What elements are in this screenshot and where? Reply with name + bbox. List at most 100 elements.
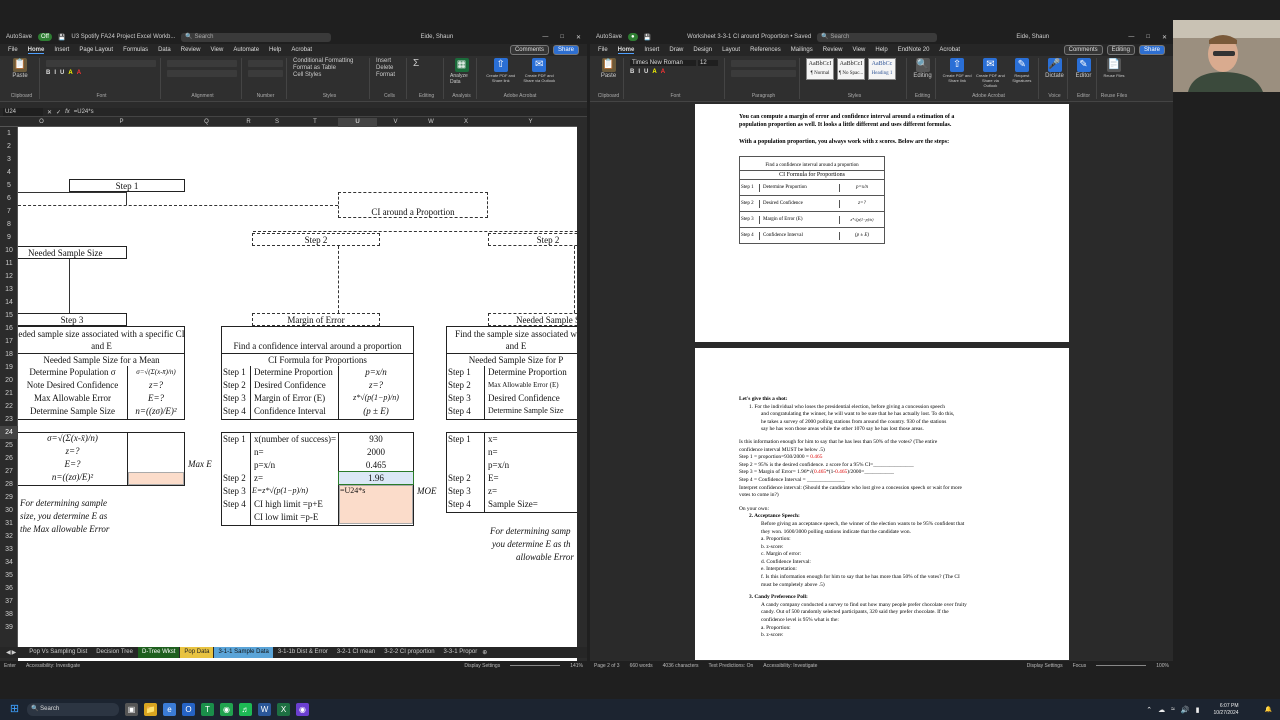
status-display[interactable]: Display Settings xyxy=(1027,663,1063,669)
cell-step[interactable]: Step 2 xyxy=(223,379,246,391)
app-icon[interactable]: ◉ xyxy=(296,703,309,716)
cell-step[interactable]: Step 3 xyxy=(448,485,471,497)
menu-home[interactable]: Home xyxy=(27,47,45,54)
cloud-icon[interactable]: ☁ xyxy=(1158,706,1165,714)
edge-icon[interactable]: e xyxy=(163,703,176,716)
align-buttons[interactable] xyxy=(731,70,796,77)
cell-formula[interactable]: z*√(p(1−p)/n) xyxy=(338,392,414,404)
row-header[interactable]: 18 xyxy=(0,348,18,361)
font-name-dropdown[interactable] xyxy=(46,60,156,67)
row-header[interactable]: 10 xyxy=(0,244,18,257)
col-s[interactable]: S xyxy=(262,118,292,127)
share-button[interactable]: Share xyxy=(552,45,579,55)
share-button[interactable]: Share xyxy=(1138,45,1165,55)
row-header[interactable]: 34 xyxy=(0,556,18,569)
row-header[interactable]: 20 xyxy=(0,374,18,387)
cell-step[interactable]: Step 4 xyxy=(223,405,246,417)
menu-mailings[interactable]: Mailings xyxy=(791,47,813,53)
row-header[interactable]: 17 xyxy=(0,335,18,348)
menu-acrobat[interactable]: Acrobat xyxy=(291,47,312,53)
formula-table[interactable]: Find a confidence interval around a prop… xyxy=(739,156,885,244)
save-icon[interactable]: 💾 xyxy=(58,34,65,41)
cell-step[interactable]: Step 3 xyxy=(448,392,471,404)
cell-formula[interactable]: E=? xyxy=(18,458,127,470)
doc-text[interactable]: say he has won those areas while the oth… xyxy=(739,426,1029,434)
style-heading1[interactable]: AaBbCc Heading 1 xyxy=(868,58,896,80)
task-view-icon[interactable]: ▣ xyxy=(125,703,138,716)
doc-list-item[interactable]: d. Confidence Interval: xyxy=(739,559,1029,567)
cancel-icon[interactable]: ✕ xyxy=(47,109,52,116)
sheet-tab[interactable]: Pop Vs Sampling Dist xyxy=(25,647,91,658)
cell-styles-button[interactable]: Cell Styles xyxy=(293,72,366,78)
close-icon[interactable]: ✕ xyxy=(576,34,581,41)
doc-text[interactable]: population proportion as well. It looks … xyxy=(739,121,951,129)
cell-formula[interactable]: z=? xyxy=(338,379,414,391)
underline-icon[interactable]: U xyxy=(644,69,648,75)
volume-icon[interactable]: 🔊 xyxy=(1181,706,1190,714)
cell-value[interactable]: 0.465 xyxy=(338,459,414,471)
note-text[interactable]: For determining samp xyxy=(490,525,571,537)
notification-icon[interactable]: 🔔 xyxy=(1265,706,1272,713)
cell-step[interactable]: Step 4 xyxy=(448,498,471,510)
cell-label[interactable]: Confidence Interval xyxy=(254,405,326,417)
row-header[interactable]: 12 xyxy=(0,270,18,283)
comments-button[interactable]: Comments xyxy=(509,45,549,55)
row-header[interactable]: 36 xyxy=(0,582,18,595)
doc-text[interactable]: candy. Out of 500 randomly selected part… xyxy=(739,609,1029,617)
doc-text[interactable]: On your own: xyxy=(739,506,1029,514)
cell-label[interactable]: p=x/n xyxy=(254,459,275,471)
doc-text[interactable]: 1. For the individual who loses the pres… xyxy=(739,404,1029,412)
sheet-tab[interactable]: 3-3-1 Propor xyxy=(440,647,482,658)
document-page-1[interactable]: You can compute a margin of error and co… xyxy=(695,104,1069,342)
menu-formulas[interactable]: Formulas xyxy=(123,47,148,53)
outlook-icon[interactable]: O xyxy=(182,703,195,716)
doc-list-item[interactable]: a. Proportion: xyxy=(739,536,1029,544)
cell-step[interactable]: Step 1 xyxy=(448,366,471,378)
style-normal[interactable]: AaBbCcI ¶ Normal xyxy=(806,58,834,80)
underline-icon[interactable]: U xyxy=(60,70,64,76)
cell-value[interactable]: 2000 xyxy=(338,446,414,458)
cell-label[interactable]: Note Desired Confidence xyxy=(18,379,127,391)
cell-step[interactable]: Step 4 xyxy=(448,405,471,417)
doc-text[interactable]: confidence level is 95% what is the: xyxy=(739,617,1029,625)
row-header[interactable]: 2 xyxy=(0,140,18,153)
autosave-toggle[interactable]: ● xyxy=(628,33,638,41)
cell-label[interactable]: p=x/n xyxy=(488,459,509,471)
row-header[interactable]: 9 xyxy=(0,231,18,244)
word-icon[interactable]: W xyxy=(258,703,271,716)
status-focus[interactable]: Focus xyxy=(1073,663,1087,669)
note-text[interactable]: allowable Error xyxy=(516,551,574,563)
wifi-icon[interactable]: ≈ xyxy=(1171,706,1175,714)
cell-label[interactable]: Determine Sample Size xyxy=(488,405,564,417)
cell-formula[interactable]: p=x/n xyxy=(338,366,414,378)
note-text[interactable]: you determine E as th xyxy=(492,538,570,550)
cell-value[interactable]: 930 xyxy=(338,433,414,445)
row-header[interactable]: 35 xyxy=(0,569,18,582)
cell-label[interactable]: Determine Proportion xyxy=(488,366,567,378)
menu-help[interactable]: Help xyxy=(269,47,281,53)
menu-page-layout[interactable]: Page Layout xyxy=(79,47,113,53)
format-button[interactable]: Format xyxy=(376,72,403,78)
menu-view[interactable]: View xyxy=(852,47,865,53)
row-header[interactable]: 27 xyxy=(0,465,18,478)
fx-icon[interactable]: fx xyxy=(65,109,70,115)
cell-formula[interactable]: E=? xyxy=(127,392,185,404)
row-header[interactable]: 24 xyxy=(0,426,18,439)
cell-label[interactable]: E= xyxy=(488,472,499,484)
sheet-tab[interactable]: D-Tree Wkst xyxy=(137,647,180,658)
doc-text[interactable]: Is this information enough for him to sa… xyxy=(739,439,1029,447)
cell-step[interactable]: Step 1 xyxy=(448,433,471,445)
highlight-icon[interactable]: A xyxy=(652,69,656,75)
menu-layout[interactable]: Layout xyxy=(722,47,740,53)
menu-file[interactable]: File xyxy=(598,47,608,53)
maximize-icon[interactable]: □ xyxy=(560,34,564,41)
cell-label[interactable]: CI low limit =p-E xyxy=(254,511,318,523)
cell-step[interactable]: Step 3 xyxy=(223,392,246,404)
align-center-row[interactable] xyxy=(167,70,237,77)
menu-review[interactable]: Review xyxy=(823,47,843,53)
cell-label[interactable]: Max Allowable Error xyxy=(18,392,127,404)
doc-text[interactable]: With a population proportion, you always… xyxy=(739,138,949,146)
menu-file[interactable]: File xyxy=(8,47,18,53)
menu-review[interactable]: Review xyxy=(181,47,201,53)
status-text-predictions[interactable]: Text Predictions: On xyxy=(709,663,754,669)
